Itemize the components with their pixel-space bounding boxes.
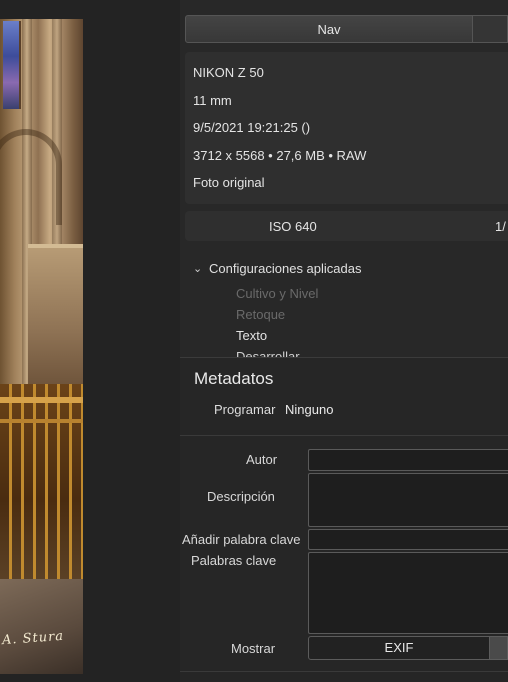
divider <box>180 671 508 672</box>
keywords-field[interactable] <box>308 552 508 634</box>
chevron-down-icon: ⌄ <box>193 263 203 275</box>
info-panel: Nav NIKON Z 50 11 mm 9/5/2021 19:21:25 (… <box>180 0 508 682</box>
schedule-value[interactable]: Ninguno <box>285 402 333 417</box>
applied-settings-toggle[interactable]: ⌄ Configuraciones aplicadas <box>193 261 361 276</box>
exif-button[interactable]: EXIF <box>308 636 490 660</box>
description-field[interactable] <box>308 473 508 527</box>
applied-item-retouch: Retoque <box>236 307 286 322</box>
applied-settings-label: Configuraciones aplicadas <box>209 261 362 276</box>
applied-item-text[interactable]: Texto <box>236 328 496 349</box>
description-label: Descripción <box>207 489 275 504</box>
image-dimensions: 3712 x 5568 • 27,6 MB • RAW <box>193 148 367 163</box>
stained-glass-window <box>3 21 21 109</box>
add-keyword-field[interactable] <box>308 529 508 550</box>
camera-model: NIKON Z 50 <box>193 65 264 80</box>
rail <box>0 397 83 403</box>
photo-preview: A. Stura <box>0 19 83 674</box>
applied-item-crop: Cultivo y Nivel <box>236 286 319 301</box>
metadata-section: Metadatos Programar Ninguno Autor Descri… <box>180 357 508 682</box>
rail <box>0 419 83 423</box>
author-field[interactable] <box>308 449 508 471</box>
shutter-value: 1/ <box>495 219 506 234</box>
capture-datetime: 9/5/2021 19:21:25 () <box>193 120 311 135</box>
show-label: Mostrar <box>231 641 276 656</box>
keywords-label: Palabras clave <box>191 553 277 568</box>
exposure-bar: ISO 640 1/ <box>185 211 508 241</box>
tab-next[interactable] <box>473 15 508 43</box>
iso-value: ISO 640 <box>269 219 317 234</box>
floor <box>0 579 83 674</box>
photo-version: Foto original <box>193 175 265 190</box>
schedule-label: Programar <box>214 402 276 417</box>
metadata-title: Metadatos <box>194 369 274 388</box>
show-option-button[interactable] <box>490 636 508 660</box>
camera-info-box: NIKON Z 50 11 mm 9/5/2021 19:21:25 () 37… <box>185 52 508 204</box>
divider <box>180 435 508 436</box>
author-label: Autor <box>246 452 278 467</box>
pulpit <box>28 244 83 388</box>
focal-length: 11 mm <box>193 93 232 108</box>
applied-item-develop-label: Desarrollar <box>236 349 300 357</box>
applied-settings-list: Cultivo y Nivel Retoque Texto ›Desarroll… <box>236 286 496 357</box>
arch <box>0 129 62 225</box>
tab-nav[interactable]: Nav <box>185 15 473 43</box>
add-keyword-label: Añadir palabra clave <box>182 532 301 547</box>
applied-item-develop[interactable]: ›Desarrollar <box>236 349 496 357</box>
nav-tab-bar: Nav <box>185 15 508 43</box>
